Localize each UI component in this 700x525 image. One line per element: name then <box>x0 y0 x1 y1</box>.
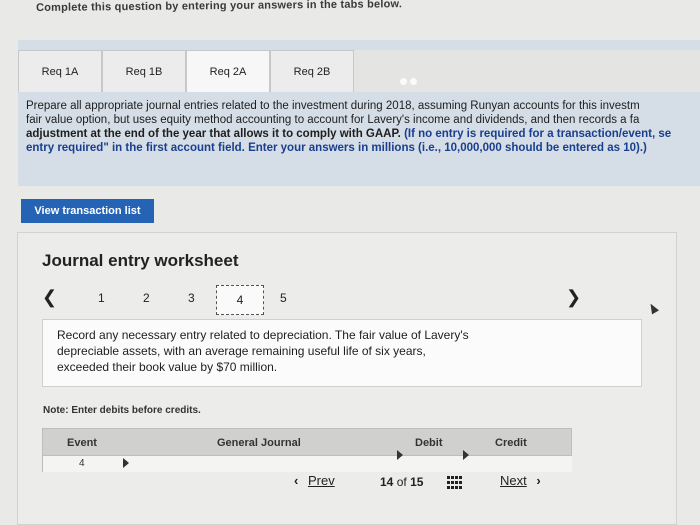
prev-label: Prev <box>307 473 335 488</box>
page-total: 15 <box>410 475 424 489</box>
column-credit: Credit <box>495 437 527 449</box>
page-of: of <box>396 475 407 489</box>
page-3[interactable]: 3 <box>188 291 195 305</box>
column-event: Event <box>67 437 97 449</box>
page-1[interactable]: 1 <box>98 291 105 305</box>
chevron-left-small-icon: ‹ <box>294 473 299 488</box>
debits-note: Note: Enter debits before credits. <box>43 405 201 416</box>
chevron-right-icon[interactable]: ❯ <box>566 287 581 308</box>
instructions-line-3-note: (If no entry is required for a transacti… <box>404 128 672 140</box>
instructions-line-3: adjustment at the end of the year that a… <box>26 127 700 141</box>
page-current: 14 <box>380 475 394 489</box>
journal-table-row: 4 <box>42 450 572 472</box>
worksheet-pager: ❮ 1 2 3 4 5 ❯ <box>38 285 678 315</box>
entry-prompt: Record any necessary entry related to de… <box>42 319 642 387</box>
prompt-line-2: depreciable assets, with an average rema… <box>57 344 426 358</box>
requirement-instructions: Prepare all appropriate journal entries … <box>26 99 700 155</box>
page-5[interactable]: 5 <box>280 291 287 305</box>
column-debit: Debit <box>415 437 443 449</box>
entry-flag-icon <box>123 458 129 468</box>
tab-req-1a[interactable]: Req 1A <box>18 50 102 92</box>
tab-req-2b[interactable]: Req 2B <box>270 50 354 92</box>
debit-flag-icon <box>397 450 403 460</box>
page-counter: 14 of 15 <box>380 475 423 489</box>
next-label: Next <box>500 473 527 488</box>
journal-entry-worksheet: Journal entry worksheet ❮ 1 2 3 4 5 ❯ Re… <box>17 232 677 525</box>
row-event-number: 4 <box>79 458 85 469</box>
tab-req-2a[interactable]: Req 2A <box>186 50 270 92</box>
prompt-line-1: Record any necessary entry related to de… <box>57 328 469 342</box>
journal-table-header: Event General Journal Debit Credit <box>42 428 572 456</box>
credit-flag-icon <box>463 450 469 460</box>
loading-dots <box>400 72 420 90</box>
prev-button[interactable]: ‹ Prev <box>294 473 335 488</box>
next-button[interactable]: Next › <box>500 473 541 488</box>
chevron-right-small-icon: › <box>536 473 541 488</box>
page-4-current[interactable]: 4 <box>216 285 264 315</box>
instructions-line-3-text: adjustment at the end of the year that a… <box>26 128 405 140</box>
chevron-left-icon[interactable]: ❮ <box>42 287 57 308</box>
worksheet-title: Journal entry worksheet <box>42 251 239 270</box>
requirement-tabs: Req 1A Req 1B Req 2A Req 2B <box>18 50 354 92</box>
page-2[interactable]: 2 <box>143 291 150 305</box>
tab-req-1b[interactable]: Req 1B <box>102 50 186 92</box>
view-transaction-list-button[interactable]: View transaction list <box>21 199 154 223</box>
instructions-line-2: fair value option, but uses equity metho… <box>26 114 640 126</box>
instructions-line-4: entry required" in the first account fie… <box>26 142 647 154</box>
instructions-line-1: Prepare all appropriate journal entries … <box>26 100 640 112</box>
instruction-header: Complete this question by entering your … <box>36 0 403 14</box>
column-general-journal: General Journal <box>217 437 301 449</box>
prompt-line-3: exceeded their book value by $70 million… <box>57 360 278 374</box>
grid-icon[interactable] <box>447 476 463 490</box>
